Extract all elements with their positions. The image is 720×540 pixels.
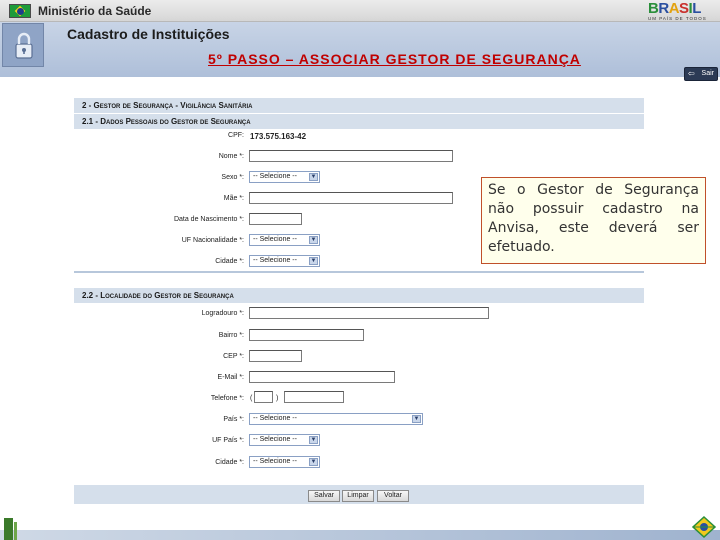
select-arrow-icon: ▼ — [309, 173, 318, 181]
nome-input[interactable] — [249, 150, 453, 162]
select-arrow-icon: ▼ — [412, 415, 421, 423]
page: Ministério da Saúde BRASIL UM PAÍS DE TO… — [0, 0, 720, 540]
cpf-label: CPF: — [228, 132, 244, 139]
back-button[interactable]: Voltar — [377, 490, 409, 502]
uf-pais-select-value: -- Selecione -- — [253, 436, 297, 443]
callout-note: Se o Gestor de Segurança não possuir cad… — [481, 177, 706, 264]
mae-input[interactable] — [249, 192, 453, 204]
bottom-accent — [4, 518, 13, 540]
email-label: E-Mail *: — [217, 374, 244, 381]
uf-nacionalidade-label: UF Nacionalidade *: — [181, 237, 244, 244]
sexo-label: Sexo *: — [221, 174, 244, 181]
section-heading-localidade: 2.2 - Localidade do Gestor de Segurança — [74, 288, 644, 303]
uf-pais-label: UF País *: — [212, 437, 244, 444]
nascimento-input[interactable] — [249, 213, 302, 225]
bottom-accent-secondary — [14, 522, 17, 540]
save-button[interactable]: Salvar — [308, 490, 340, 502]
cidade-label: Cidade *: — [215, 258, 244, 265]
cpf-value: 173.575.163-42 — [250, 132, 307, 141]
phone-number-input[interactable] — [284, 391, 344, 403]
emblem-icon — [691, 515, 717, 539]
logradouro-input[interactable] — [249, 307, 489, 319]
logradouro-label: Logradouro *: — [201, 310, 244, 317]
select-arrow-icon: ▼ — [309, 236, 318, 244]
sexo-select[interactable]: -- Selecione -- ▼ — [249, 171, 320, 183]
gov-logo-tagline: UM PAÍS DE TODOS — [648, 16, 707, 21]
cidade-localidade-select[interactable]: -- Selecione -- ▼ — [249, 456, 320, 468]
mae-label: Mãe *: — [223, 195, 244, 202]
cidade-localidade-label: Cidade *: — [215, 459, 244, 466]
ministry-name: Ministério da Saúde — [38, 4, 152, 18]
pais-select-value: -- Selecione -- — [253, 415, 297, 422]
phone-ddd-input[interactable] — [254, 391, 273, 403]
logout-label: Sair — [701, 70, 714, 77]
select-arrow-icon: ▼ — [309, 436, 318, 444]
cep-label: CEP *: — [223, 353, 244, 360]
cidade-select-value: -- Selecione -- — [253, 257, 297, 264]
gov-brasil-logo: BRASIL UM PAÍS DE TODOS — [648, 1, 720, 22]
cep-input[interactable] — [249, 350, 302, 362]
section-heading: 2 - Gestor de Segurança - Vigilância San… — [74, 98, 644, 113]
bairro-input[interactable] — [249, 329, 364, 341]
app-title: Cadastro de Instituições — [67, 26, 230, 42]
phone-close-paren: ) — [276, 395, 279, 402]
brazil-flag-icon — [9, 4, 31, 18]
logout-button[interactable]: ⇦ Sair — [684, 67, 718, 81]
lock-icon — [2, 23, 44, 67]
logout-icon: ⇦ — [688, 69, 695, 78]
bottom-bar — [0, 530, 720, 540]
section-divider — [74, 271, 644, 273]
clear-button[interactable]: Limpar — [342, 490, 374, 502]
telefone-label: Telefone *: — [210, 395, 244, 402]
gov-top-bar: Ministério da Saúde BRASIL UM PAÍS DE TO… — [0, 0, 720, 22]
uf-nacionalidade-select-value: -- Selecione -- — [253, 236, 297, 243]
cidade-localidade-select-value: -- Selecione -- — [253, 458, 297, 465]
bairro-label: Bairro *: — [218, 332, 244, 339]
select-arrow-icon: ▼ — [309, 257, 318, 265]
email-input[interactable] — [249, 371, 395, 383]
nome-label: Nome *: — [218, 153, 244, 160]
select-arrow-icon: ▼ — [309, 458, 318, 466]
cidade-select[interactable]: -- Selecione -- ▼ — [249, 255, 320, 267]
nascimento-label: Data de Nascimento *: — [173, 216, 244, 223]
pais-select[interactable]: -- Selecione -- ▼ — [249, 413, 423, 425]
pais-label: País *: — [223, 416, 244, 423]
uf-pais-select[interactable]: -- Selecione -- ▼ — [249, 434, 320, 446]
section-subheading: 2.1 - Dados Pessoais do Gestor de Segura… — [74, 114, 644, 129]
sexo-select-value: -- Selecione -- — [253, 173, 297, 180]
gov-logo-wordmark: BRASIL — [648, 0, 701, 17]
uf-nacionalidade-select[interactable]: -- Selecione -- ▼ — [249, 234, 320, 246]
step-title: 5º PASSO – ASSOCIAR GESTOR DE SEGURANÇA — [208, 51, 581, 67]
